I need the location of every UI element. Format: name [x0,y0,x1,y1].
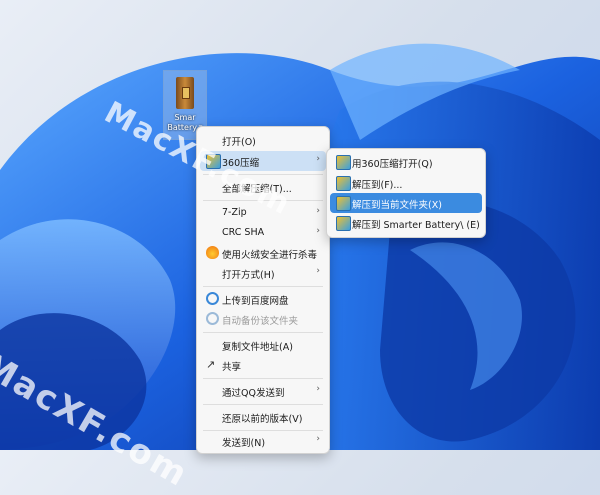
menu-item-open[interactable]: 打开(O) [200,130,326,150]
divider [203,378,323,379]
chevron-right-icon: › [316,206,320,216]
divider [203,404,323,405]
divider [203,332,323,333]
menu-item-restore-versions[interactable]: 还原以前的版本(V) [200,407,326,427]
chevron-right-icon: › [316,266,320,276]
menu-item-send-via-qq[interactable]: 通过QQ发送到 › [200,381,326,401]
submenu-360zip: 用360压缩打开(Q) 解压到(F)... 解压到当前文件夹(X) 解压到 Sm… [326,148,486,238]
chevron-right-icon: › [316,226,320,236]
menu-item-copy-path[interactable]: 复制文件地址(A) [200,335,326,355]
submenu-open-with-360[interactable]: 用360压缩打开(Q) [330,152,482,172]
submenu-extract-to-folder[interactable]: 解压到 Smarter Battery\ (E) [330,213,482,233]
share-icon: ↗ [206,358,216,371]
360-zip-icon [336,155,351,170]
baidu-cloud-icon [206,292,219,305]
menu-item-7zip[interactable]: 7-Zip › [200,203,326,223]
huorong-icon [206,246,219,259]
menu-item-extract-all[interactable]: 全部解压缩(T)... [200,177,326,197]
menu-item-open-with[interactable]: 打开方式(H) › [200,263,326,283]
360-zip-icon [336,196,351,211]
menu-item-360zip[interactable]: 360压缩 › [200,151,326,171]
baidu-cloud-gray-icon [206,312,219,325]
360-zip-icon [336,216,351,231]
divider [203,200,323,201]
archive-file-icon [176,77,194,109]
divider [203,286,323,287]
chevron-right-icon: › [316,154,320,164]
menu-item-huorong-scan[interactable]: 使用火绒安全进行杀毒 [200,243,326,263]
context-menu: 打开(O) 360压缩 › 全部解压缩(T)... 7-Zip › CRC SHA ›… [196,126,330,454]
menu-item-crc-sha[interactable]: CRC SHA › [200,223,326,243]
menu-item-share[interactable]: ↗ 共享 [200,355,326,375]
menu-item-upload-baidu[interactable]: 上传到百度网盘 [200,289,326,309]
chevron-right-icon: › [316,434,320,444]
360-zip-icon [336,176,351,191]
menu-item-auto-backup[interactable]: 自动备份该文件夹 [200,309,326,329]
submenu-extract-to[interactable]: 解压到(F)... [330,173,482,193]
divider [203,174,323,175]
360-zip-icon [206,154,221,169]
chevron-right-icon: › [316,384,320,394]
menu-item-send-to[interactable]: 发送到(N) › [200,431,326,451]
submenu-extract-here[interactable]: 解压到当前文件夹(X) [330,193,482,213]
